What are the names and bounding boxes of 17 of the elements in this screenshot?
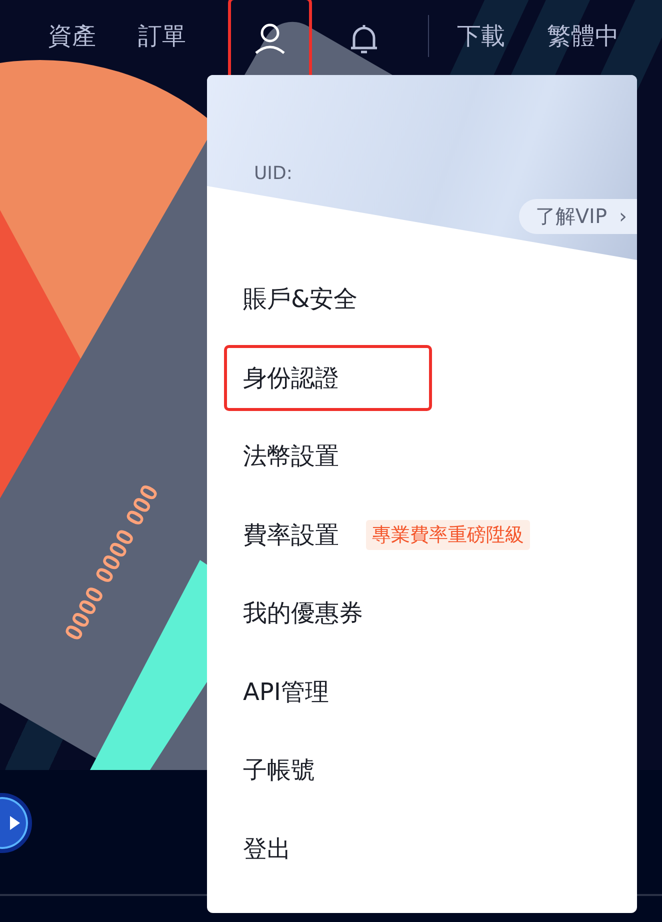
nav-link[interactable]: 訂單 <box>138 16 186 56</box>
menu-item[interactable]: 我的優惠券 <box>224 580 382 646</box>
card-number: 0000 0000 000 <box>60 480 166 646</box>
nav-link[interactable]: 繁體中 <box>547 16 619 56</box>
nav-link[interactable]: 下載 <box>457 16 505 56</box>
vip-link[interactable]: 了解VIP › <box>519 199 637 234</box>
uid-label: UID: <box>254 163 292 184</box>
menu-item[interactable]: 身份認證 <box>224 344 432 411</box>
menu-item[interactable]: 登出 <box>224 816 310 882</box>
menu-item[interactable]: 賬戶&安全 <box>224 266 377 332</box>
promo-tag: 專業費率重磅陞級 <box>366 520 530 550</box>
menu-item[interactable]: 法幣設置 <box>224 423 358 490</box>
menu-item[interactable]: API管理 <box>224 658 348 725</box>
menu-item[interactable]: 子帳號 <box>224 737 334 804</box>
menu-item[interactable]: 費率設置 <box>224 502 358 568</box>
play-icon <box>10 816 20 830</box>
nav-link[interactable]: 資產 <box>48 16 96 56</box>
